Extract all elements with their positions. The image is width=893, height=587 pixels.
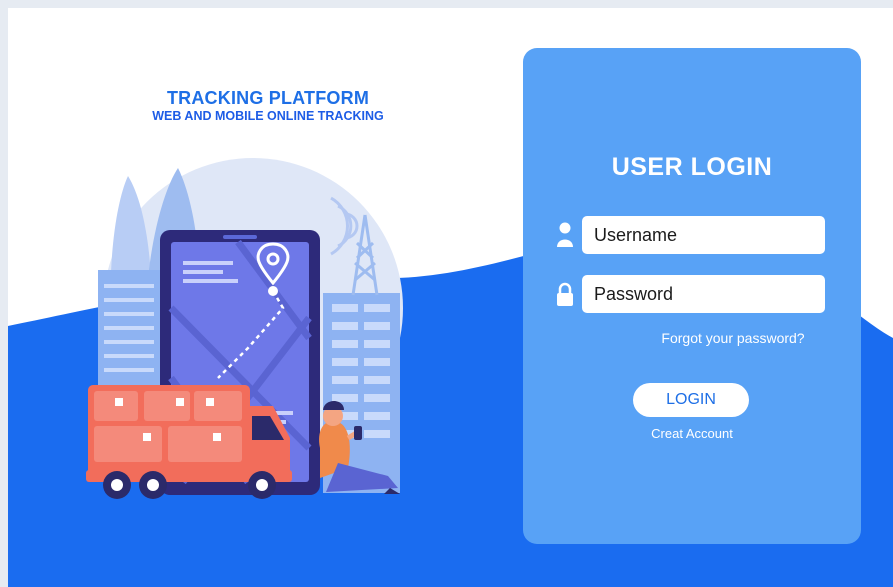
username-input[interactable] [582,216,825,254]
page-card: TRACKING PLATFORM WEB AND MOBILE ONLINE … [8,8,893,587]
brand-subtitle: WEB AND MOBILE ONLINE TRACKING [152,109,384,123]
user-icon [555,222,575,248]
forgot-password-link[interactable]: Forgot your password? [583,330,883,346]
username-row [553,216,825,254]
password-input[interactable] [582,275,825,313]
login-button[interactable]: LOGIN [633,383,749,417]
brand-title: TRACKING PLATFORM [166,88,370,108]
password-row [553,275,825,313]
login-title: USER LOGIN [611,153,773,181]
login-panel: USER LOGIN Forgot your password? LOGIN C… [523,48,861,544]
lock-icon [555,281,575,307]
create-account-link[interactable]: Creat Account [523,426,861,441]
